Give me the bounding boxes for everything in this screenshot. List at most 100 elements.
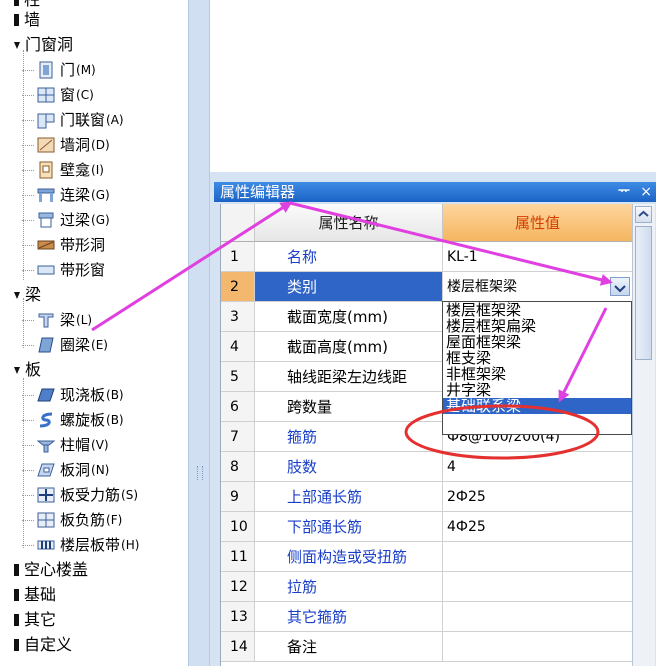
- table-row[interactable]: 14 备注: [221, 632, 633, 662]
- chevron-up-icon: [638, 210, 649, 217]
- tree-item-window[interactable]: 窗(C): [22, 83, 94, 107]
- negative-rebar-icon: [37, 512, 55, 528]
- tree-category-label: 自定义: [24, 635, 73, 654]
- property-value[interactable]: 4: [443, 452, 633, 482]
- tree-category-custom[interactable]: 自定义: [14, 633, 72, 657]
- strip-hole-icon: [37, 240, 55, 250]
- table-row[interactable]: 1 名称 KL-1: [221, 242, 633, 272]
- tree-item-column-cap[interactable]: 柱帽(V): [22, 433, 109, 457]
- property-name: 拉筋: [255, 572, 443, 602]
- property-name: 其它箍筋: [255, 602, 443, 632]
- dropdown-option[interactable]: 非框架梁: [443, 366, 631, 382]
- tree-item-cast-slab[interactable]: 现浇板(B): [22, 383, 124, 407]
- property-name: 名称: [255, 242, 443, 272]
- tree-category-door-window-opening[interactable]: 门窗洞: [14, 33, 73, 57]
- tree-category-hollow-floor[interactable]: 空心楼盖: [14, 558, 88, 582]
- property-value[interactable]: [443, 542, 633, 572]
- tree-item-niche[interactable]: 壁龛(I): [22, 158, 104, 182]
- splitter-grip[interactable]: [197, 466, 203, 480]
- dropdown-option[interactable]: 楼层框架扁梁: [443, 318, 631, 334]
- tree-category-foundation[interactable]: 基础: [14, 583, 56, 607]
- dropdown-option[interactable]: 井字梁: [443, 382, 631, 398]
- tree-item-floor-strip[interactable]: 楼层板带(H): [22, 533, 139, 557]
- table-row[interactable]: 10 下部通长筋 4Ф25: [221, 512, 633, 542]
- property-grid: 属性名称 属性值 1 名称 KL-1 2 类别 楼层框架梁 3 截面宽度(mm) 4 截面高…: [220, 204, 633, 666]
- tree-item-wall-hole[interactable]: 墙洞(D): [22, 133, 110, 157]
- tree-category-beam[interactable]: 梁: [14, 283, 41, 307]
- niche-icon: [39, 161, 53, 179]
- tree-item-negative-rebar[interactable]: 板负筋(F): [22, 508, 122, 532]
- header-index: [221, 204, 255, 242]
- table-row-selected[interactable]: 2 类别 楼层框架梁: [221, 272, 633, 302]
- tree-item-strip-hole[interactable]: 带形洞: [22, 233, 106, 257]
- tree-category-wall[interactable]: 墙: [14, 8, 40, 32]
- window-icon: [37, 87, 55, 103]
- vertical-scrollbar[interactable]: [632, 204, 655, 666]
- category-select[interactable]: 楼层框架梁: [443, 272, 633, 302]
- tree-item-door[interactable]: 门(M): [22, 58, 96, 82]
- dropdown-button[interactable]: [610, 277, 630, 296]
- property-name: 类别: [255, 272, 443, 302]
- expand-triangle-icon[interactable]: [14, 41, 20, 49]
- table-row[interactable]: 13 其它箍筋: [221, 602, 633, 632]
- expand-triangle-icon[interactable]: [14, 291, 20, 299]
- link-beam-icon: [37, 188, 55, 202]
- property-value[interactable]: 2Ф25: [443, 482, 633, 512]
- tree-category-slab[interactable]: 板: [14, 358, 41, 382]
- table-row[interactable]: 9 上部通长筋 2Ф25: [221, 482, 633, 512]
- dropdown-option[interactable]: 框支梁: [443, 350, 631, 366]
- panel-title: 属性编辑器: [220, 183, 296, 201]
- tree-item-spiral-slab[interactable]: 螺旋板(B): [22, 408, 124, 432]
- chevron-down-icon: [614, 285, 626, 293]
- table-row[interactable]: 8 肢数 4: [221, 452, 633, 482]
- category-dropdown-list[interactable]: 楼层框架梁 楼层框架扁梁 屋面框架梁 框支梁 非框架梁 井字梁 基础联系梁: [442, 301, 632, 435]
- pin-icon[interactable]: ᅲ: [618, 182, 630, 202]
- panel-splitter[interactable]: [188, 0, 210, 666]
- close-icon[interactable]: ×: [640, 182, 652, 202]
- header-property-value[interactable]: 属性值: [443, 204, 633, 242]
- table-row[interactable]: 12 拉筋: [221, 572, 633, 602]
- tree-category-label: 其它: [24, 610, 57, 629]
- beam-icon: [38, 313, 54, 328]
- scroll-up-button[interactable]: [635, 206, 652, 223]
- tree-item-slab-hole[interactable]: 板洞(N): [22, 458, 109, 482]
- dropdown-option[interactable]: 屋面框架梁: [443, 334, 631, 350]
- property-name: 箍筋: [255, 422, 443, 452]
- tree-item-lintel[interactable]: 过梁(G): [22, 208, 110, 232]
- tree-item-slab-rebar[interactable]: 板受力筋(S): [22, 483, 138, 507]
- tree-item-ring-beam[interactable]: 圈梁(E): [22, 333, 108, 357]
- table-row[interactable]: 11 侧面构造或受扭筋: [221, 542, 633, 572]
- expand-triangle-icon[interactable]: [14, 366, 20, 374]
- property-value[interactable]: [443, 602, 633, 632]
- slab-hole-icon: [37, 463, 55, 477]
- dropdown-option[interactable]: 楼层框架梁: [443, 302, 631, 318]
- scroll-thumb[interactable]: [635, 226, 652, 360]
- property-value[interactable]: [443, 632, 633, 662]
- tree-category-other[interactable]: 其它: [14, 608, 56, 632]
- property-name: 下部通长筋: [255, 512, 443, 542]
- header-property-name[interactable]: 属性名称: [255, 204, 443, 242]
- property-value[interactable]: 4Ф25: [443, 512, 633, 542]
- tree-item-strip-window[interactable]: 带形窗: [22, 258, 106, 282]
- strip-window-icon: [37, 265, 55, 275]
- category-select-value: 楼层框架梁: [447, 279, 517, 295]
- tree-item-door-window[interactable]: 门联窗(A): [22, 108, 124, 132]
- tree-category-label: 板: [25, 360, 42, 379]
- tree-item-link-beam[interactable]: 连梁(G): [22, 183, 110, 207]
- component-tree: 柱 墙 门窗洞 门(M) 窗(C) 门联窗(A) 墙洞(D) 壁龛(I) 连梁(…: [0, 0, 188, 666]
- tree-category-label: 基础: [24, 585, 57, 604]
- tree-category-label: 门窗洞: [25, 35, 74, 54]
- dropdown-option-highlighted[interactable]: 基础联系梁: [443, 398, 631, 414]
- tree-category-label: 墙: [24, 10, 41, 29]
- tree-item-beam[interactable]: 梁(L): [22, 308, 92, 332]
- slab-rebar-icon: [37, 487, 55, 503]
- property-editor-titlebar: 属性编辑器 ᅲ ×: [214, 182, 656, 202]
- property-name: 跨数量: [255, 392, 443, 422]
- tree-category-label: 梁: [25, 285, 42, 304]
- property-value[interactable]: [443, 572, 633, 602]
- property-value[interactable]: KL-1: [443, 242, 633, 272]
- drawing-canvas[interactable]: [210, 0, 656, 172]
- lintel-icon: [38, 212, 54, 228]
- wall-hole-icon: [37, 137, 55, 153]
- property-name: 备注: [255, 632, 443, 662]
